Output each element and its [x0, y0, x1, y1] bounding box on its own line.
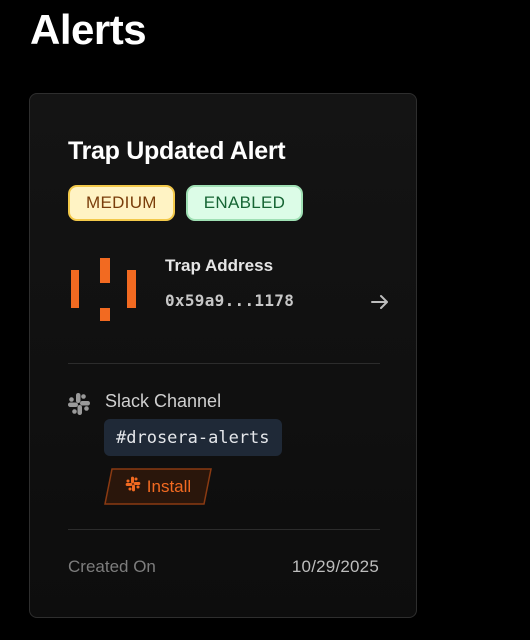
- install-label: Install: [146, 476, 192, 496]
- slack-icon: [125, 476, 141, 497]
- page-title: Alerts: [30, 6, 147, 53]
- slack-channel-value: #drosera-alerts: [104, 419, 282, 456]
- divider: [68, 529, 380, 530]
- trap-address-label: Trap Address: [165, 256, 274, 275]
- install-button[interactable]: Install: [104, 468, 212, 505]
- slack-icon: [67, 392, 91, 416]
- severity-badge: MEDIUM: [68, 185, 175, 221]
- alert-title: Trap Updated Alert: [68, 137, 286, 165]
- trap-logo-icon: [71, 258, 137, 322]
- status-badge: ENABLED: [185, 185, 304, 221]
- slack-channel-label: Slack Channel: [105, 391, 222, 411]
- trap-address-value: 0x59a9...1178: [165, 291, 295, 310]
- alert-card: Trap Updated Alert MEDIUM ENABLED Trap A…: [29, 93, 417, 618]
- badge-group: MEDIUM ENABLED: [68, 185, 304, 221]
- created-on-value: 10/29/2025: [291, 557, 379, 576]
- divider: [68, 363, 380, 364]
- created-on-label: Created On: [68, 557, 156, 576]
- arrow-right-icon[interactable]: [368, 290, 392, 314]
